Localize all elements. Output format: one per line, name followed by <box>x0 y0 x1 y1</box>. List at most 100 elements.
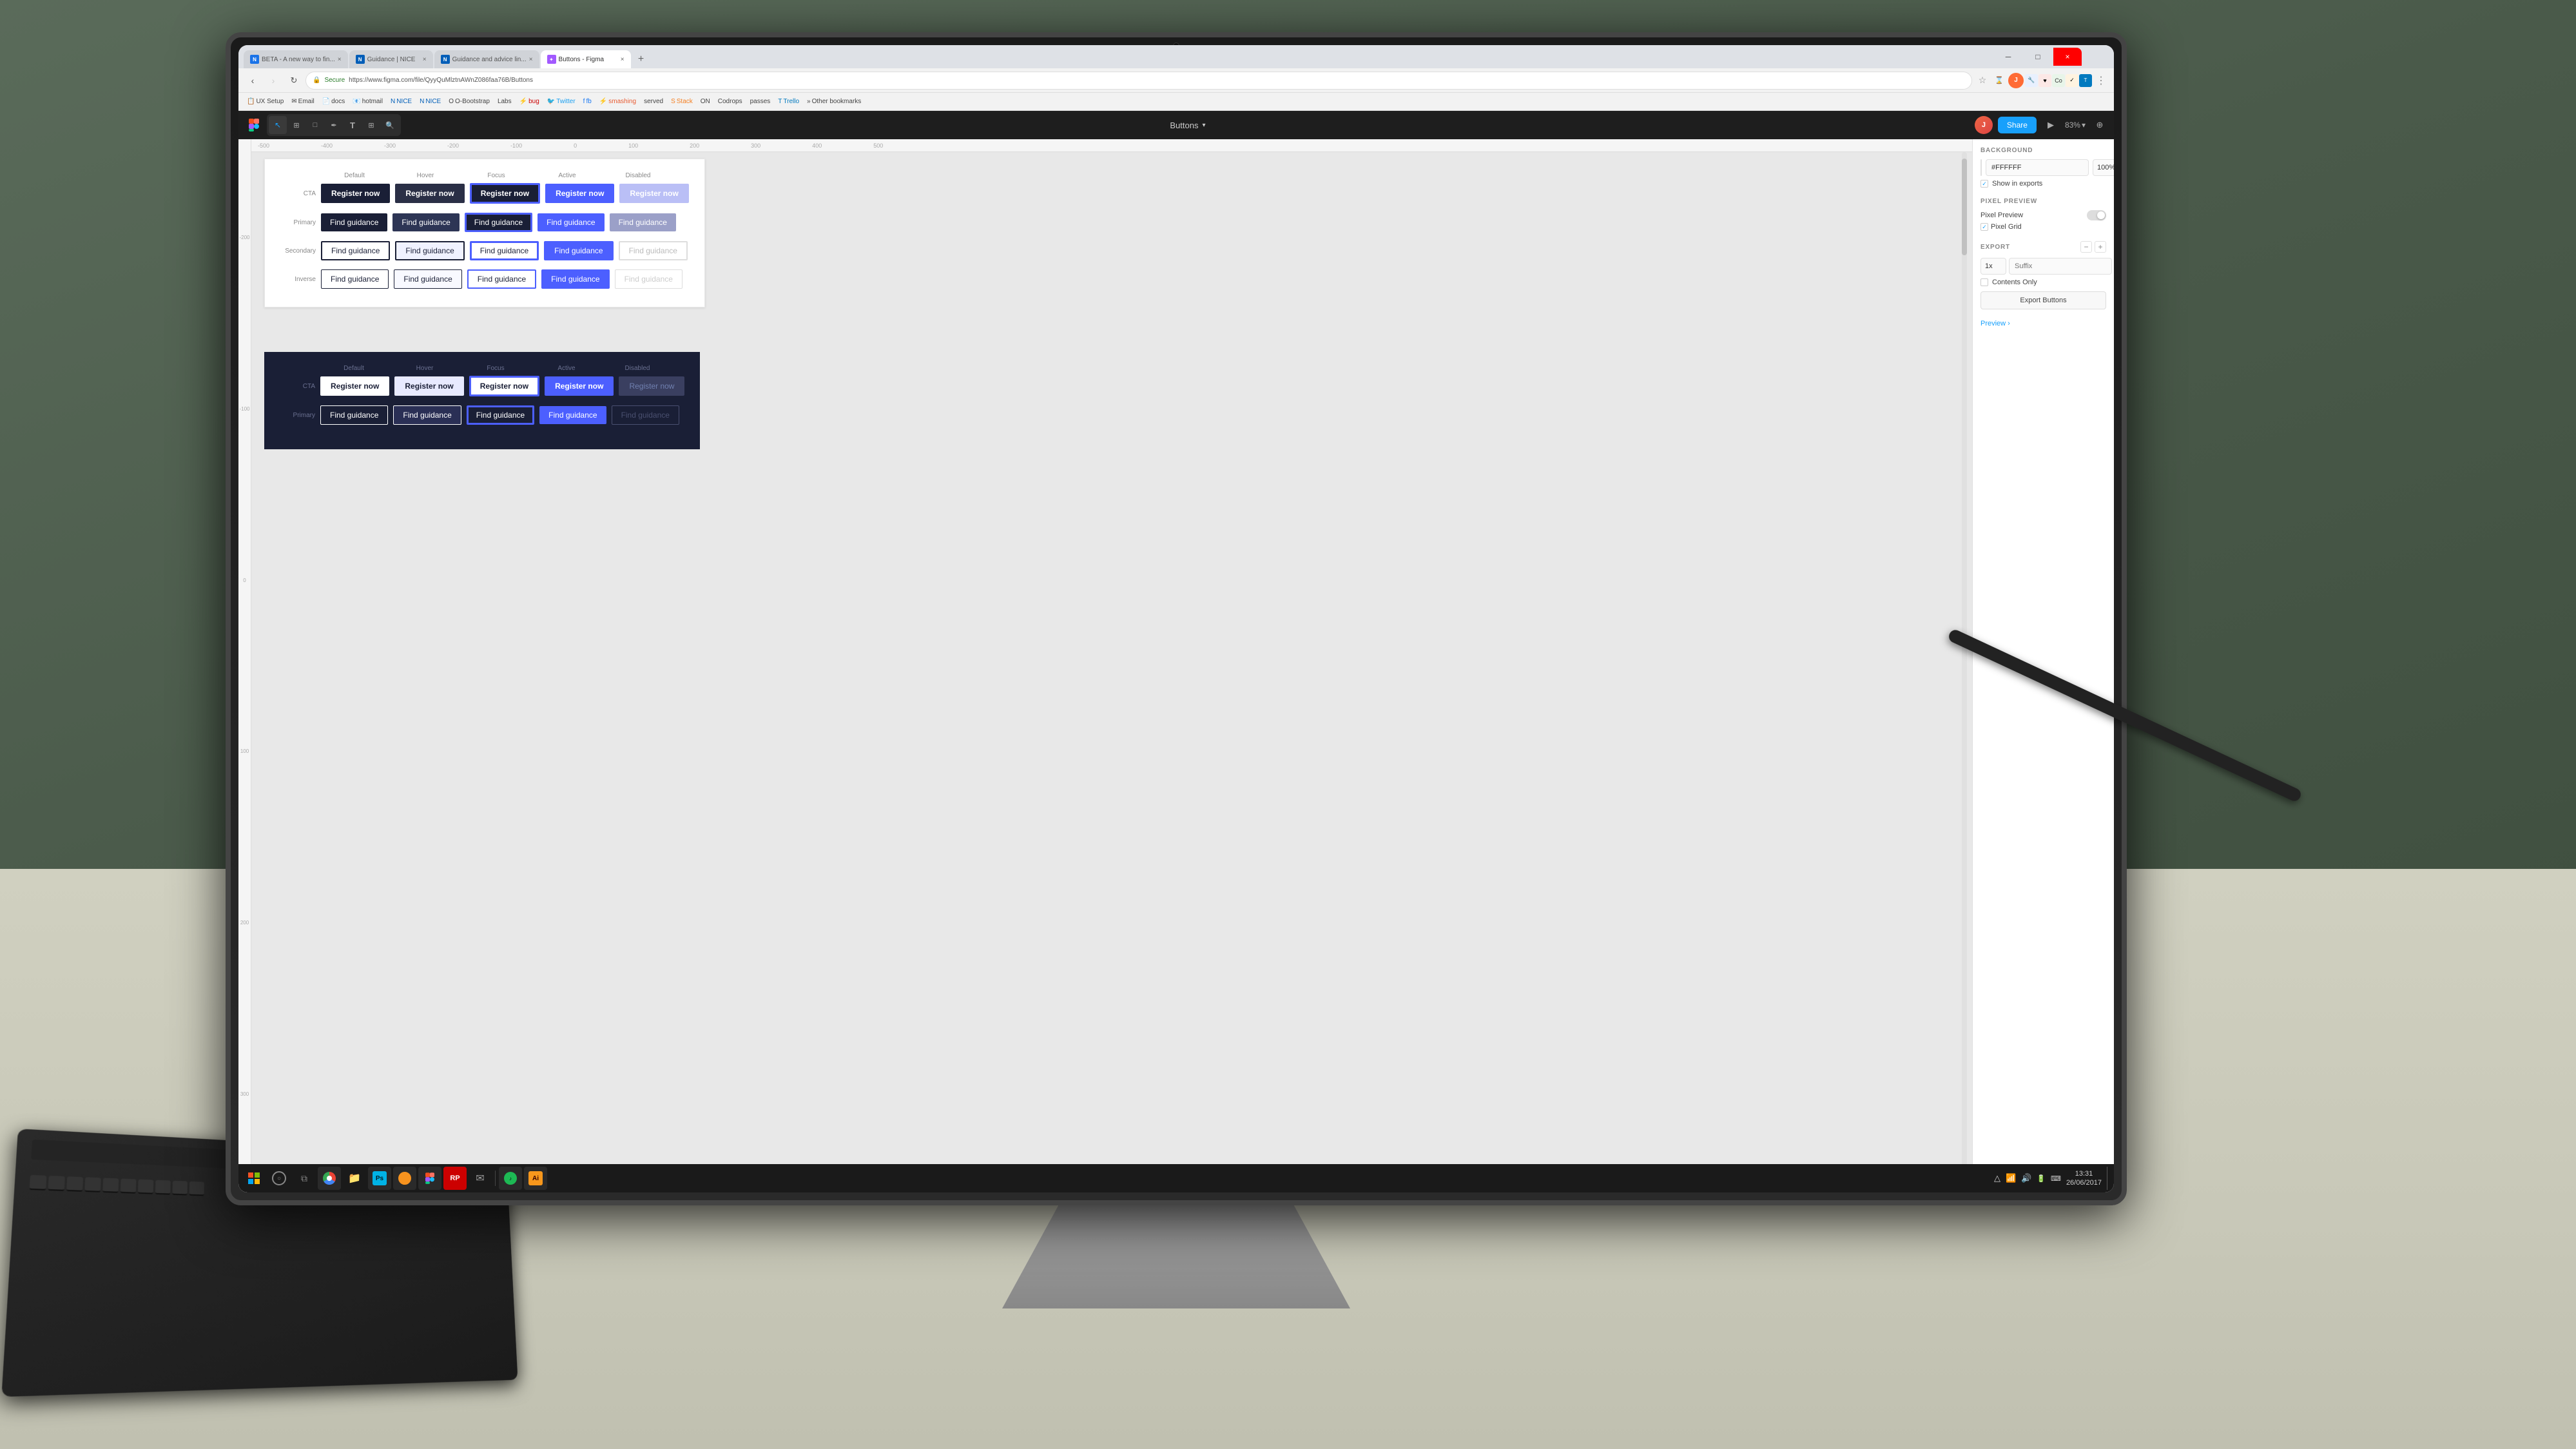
tool-text[interactable]: T <box>344 116 362 134</box>
tab-3-close[interactable]: × <box>529 56 533 63</box>
ext-icon-3[interactable]: ✓ <box>2066 74 2078 87</box>
tool-components[interactable]: ⊞ <box>362 116 380 134</box>
cta-active-btn[interactable]: Register now <box>545 184 614 203</box>
figma-filename-dropdown[interactable]: ▾ <box>1202 122 1205 129</box>
bookmark-nice[interactable]: N NICE <box>387 97 415 106</box>
new-tab-button[interactable]: + <box>632 50 650 68</box>
show-in-exports-checkbox[interactable]: ✓ <box>1980 180 1988 188</box>
bg-color-swatch[interactable] <box>1980 159 1982 176</box>
figma-zoom-display[interactable]: 83% ▾ <box>2065 121 2086 130</box>
dark-cta-default-btn[interactable]: Register now <box>320 376 389 396</box>
tab-4-close[interactable]: × <box>621 56 625 63</box>
bookmark-smashing[interactable]: ⚡ smashing <box>596 97 639 106</box>
preview-link[interactable]: Preview › <box>1980 320 2106 327</box>
taskbar-input[interactable]: ⌨ <box>2051 1174 2061 1183</box>
bookmark-email[interactable]: ✉ Email <box>288 97 317 106</box>
user-avatar-chrome[interactable]: J <box>2008 73 2024 88</box>
maximize-button[interactable]: □ <box>2024 48 2052 66</box>
bookmark-twitter[interactable]: 🐦 Twitter <box>544 97 579 106</box>
figma-logo-btn[interactable] <box>244 115 264 135</box>
inverse-focus-btn[interactable]: Find guidance <box>467 269 536 289</box>
cta-default-btn[interactable]: Register now <box>321 184 390 203</box>
bookmark-other[interactable]: » Other bookmarks <box>804 97 864 106</box>
cta-focus-btn[interactable]: Register now <box>470 183 540 204</box>
export-buttons-btn[interactable]: Export Buttons <box>1980 291 2106 309</box>
browser-tab-4-active[interactable]: ✦ Buttons - Figma × <box>541 50 631 68</box>
secondary-default-btn[interactable]: Find guidance <box>321 241 390 260</box>
secondary-active-btn[interactable]: Find guidance <box>544 241 613 260</box>
address-bar[interactable]: 🔒 Secure https://www.figma.com/file/QyyQ… <box>305 72 1972 90</box>
dark-primary-default-btn[interactable]: Find guidance <box>320 405 388 425</box>
canvas-scrollbar-v[interactable] <box>1962 152 1967 1187</box>
history-btn[interactable]: ⌛ <box>1991 73 2007 88</box>
canvas-scrollbar-thumb-v[interactable] <box>1962 159 1967 255</box>
ext-icon-2[interactable]: ♥ <box>2039 74 2051 87</box>
bg-opacity-input[interactable] <box>2093 159 2114 176</box>
taskbar-volume[interactable]: 🔊 <box>2021 1173 2031 1183</box>
tool-search[interactable]: 🔍 <box>381 116 399 134</box>
taskbar-figma[interactable] <box>418 1167 441 1190</box>
cortana-btn[interactable]: ○ <box>267 1167 291 1190</box>
inverse-hover-btn[interactable]: Find guidance <box>394 269 461 289</box>
bookmark-codrops[interactable]: Codrops <box>715 97 746 106</box>
primary-default-btn[interactable]: Find guidance <box>321 213 387 231</box>
figma-present-btn[interactable]: ▶ <box>2042 116 2060 134</box>
bg-color-input[interactable] <box>1986 159 2089 176</box>
taskbar-mail[interactable]: ✉ <box>469 1167 492 1190</box>
bookmark-bootstrap[interactable]: O O-Bootstrap <box>445 97 493 106</box>
contents-only-checkbox[interactable] <box>1980 278 1988 286</box>
ext-icon-trello[interactable]: T <box>2079 74 2092 87</box>
pixel-grid-checkbox[interactable]: ✓ <box>1980 223 1988 231</box>
forward-button[interactable]: › <box>264 72 282 90</box>
browser-tab-2[interactable]: N Guidance | NICE × <box>349 50 433 68</box>
tool-shape[interactable]: □ <box>306 116 324 134</box>
dark-primary-hover-btn[interactable]: Find guidance <box>393 405 461 425</box>
tool-pen[interactable]: ✒ <box>325 116 343 134</box>
taskbar-ai[interactable]: Ai <box>524 1167 547 1190</box>
dark-cta-hover-btn[interactable]: Register now <box>394 376 463 396</box>
inverse-default-btn[interactable]: Find guidance <box>321 269 389 289</box>
bookmark-nice-2[interactable]: N NICE <box>416 97 444 106</box>
browser-tab-3[interactable]: N Guidance and advice lin... × <box>434 50 539 68</box>
taskbar-spotify[interactable]: ♪ <box>499 1167 522 1190</box>
reload-button[interactable]: ↻ <box>285 72 303 90</box>
more-btn[interactable]: ⋮ <box>2093 73 2109 88</box>
bookmark-on[interactable]: ON <box>697 97 713 106</box>
task-view-btn[interactable]: ⧉ <box>293 1167 316 1190</box>
figma-canvas[interactable]: -500-400-300-200-1000100200300400500 -20… <box>238 139 1972 1192</box>
taskbar-rp[interactable]: RP <box>443 1167 467 1190</box>
tab-2-close[interactable]: × <box>423 56 427 63</box>
tool-move[interactable]: ↖ <box>269 116 287 134</box>
minimize-button[interactable]: ─ <box>1994 48 2022 66</box>
dark-primary-focus-btn[interactable]: Find guidance <box>467 405 534 425</box>
ext-icon-1[interactable]: 🔧 <box>2025 74 2038 87</box>
taskbar-chrome2[interactable] <box>393 1167 416 1190</box>
bookmark-stack[interactable]: S Stack <box>668 97 696 106</box>
inverse-active-btn[interactable]: Find guidance <box>541 269 609 289</box>
bookmark-fb[interactable]: f fb <box>580 97 595 106</box>
bookmark-trello[interactable]: T Trello <box>775 97 802 106</box>
taskbar-network[interactable]: 📶 <box>2006 1173 2016 1183</box>
primary-hover-btn[interactable]: Find guidance <box>392 213 459 231</box>
bookmark-served[interactable]: served <box>641 97 666 106</box>
bookmark-hotmail[interactable]: 📧 hotmail <box>349 97 386 106</box>
taskbar-chrome[interactable] <box>318 1167 341 1190</box>
cta-hover-btn[interactable]: Register now <box>395 184 464 203</box>
bookmark-labs[interactable]: Labs <box>494 97 515 106</box>
export-scale-input[interactable] <box>1980 258 2006 275</box>
dark-cta-focus-btn[interactable]: Register now <box>469 376 539 396</box>
bookmark-ux-setup[interactable]: 📋 UX Setup <box>244 97 287 106</box>
bookmark-passes[interactable]: passes <box>747 97 774 106</box>
bookmark-docs[interactable]: 📄 docs <box>319 97 349 106</box>
tab-1-close[interactable]: × <box>338 56 342 63</box>
start-button[interactable] <box>242 1167 266 1190</box>
taskbar-explorer[interactable]: 📁 <box>343 1167 366 1190</box>
export-plus-btn[interactable]: + <box>2095 241 2106 253</box>
taskbar-show-desktop[interactable] <box>2107 1167 2110 1190</box>
bookmark-bug[interactable]: ⚡ bug <box>516 97 543 106</box>
dark-primary-active-btn[interactable]: Find guidance <box>539 406 606 424</box>
ext-icon-codrops[interactable]: Co <box>2052 74 2065 87</box>
figma-plugin-btn[interactable]: ⊕ <box>2091 116 2109 134</box>
browser-tab-1[interactable]: N BETA - A new way to fin... × <box>244 50 348 68</box>
bookmark-star[interactable]: ☆ <box>1975 73 1990 88</box>
